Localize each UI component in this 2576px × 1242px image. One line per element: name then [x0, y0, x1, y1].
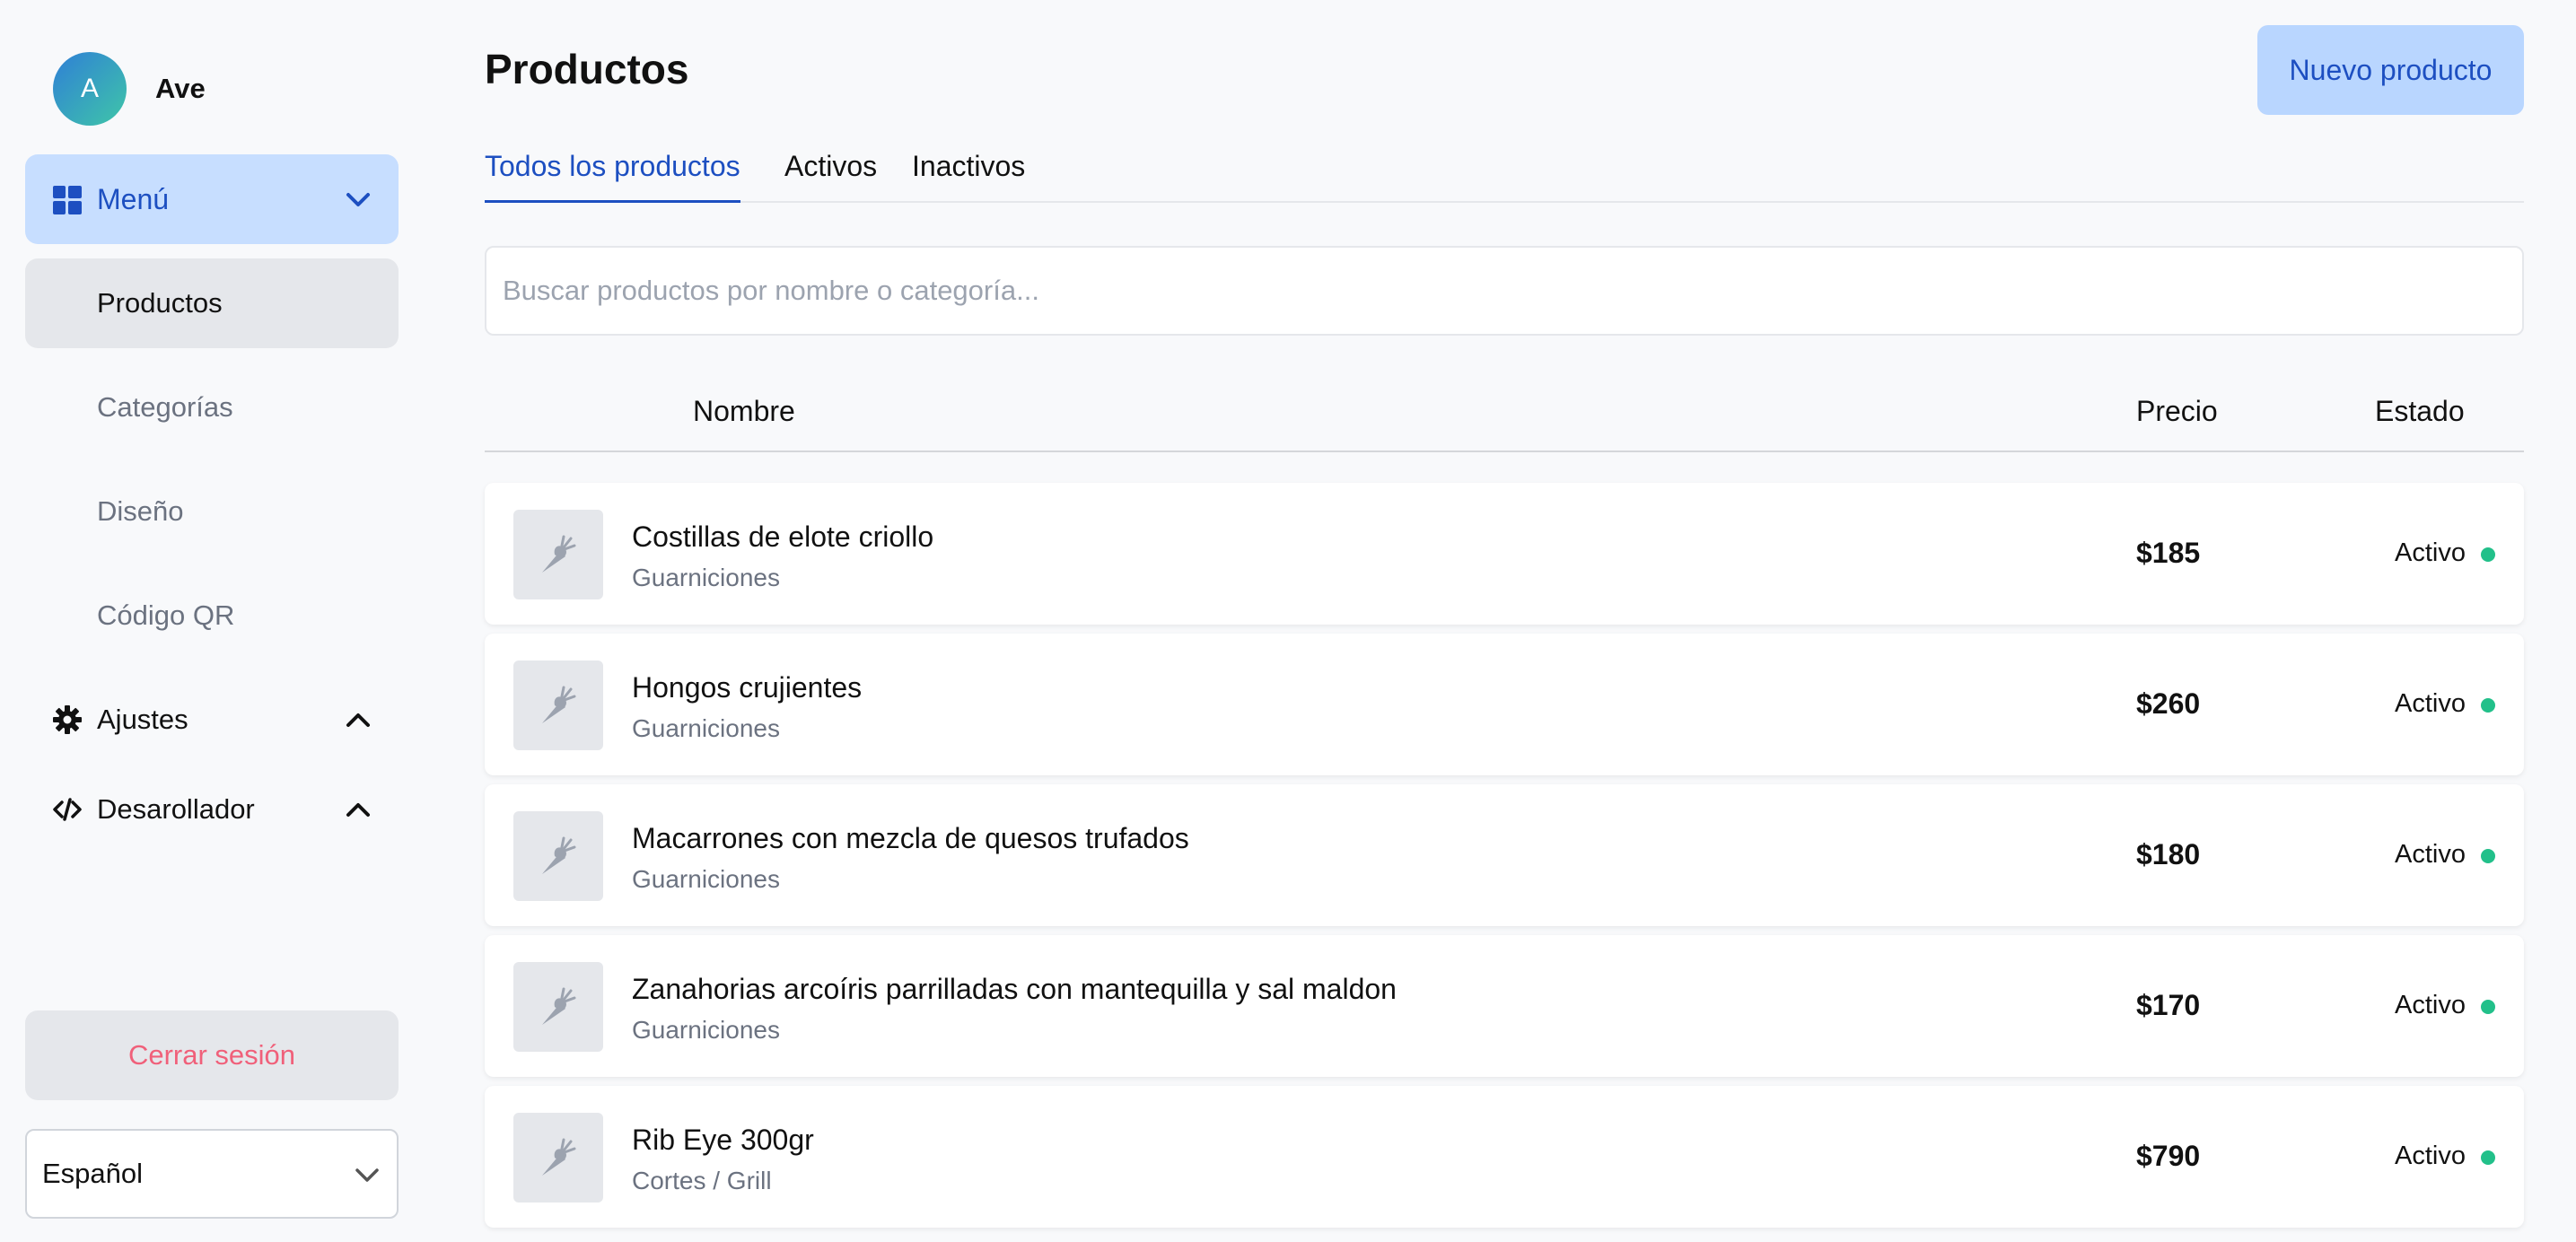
product-thumbnail [513, 962, 603, 1052]
code-icon [53, 798, 82, 821]
chevron-down-icon [346, 193, 370, 206]
status-dot [2481, 849, 2495, 863]
table-row[interactable]: Costillas de elote criollo Guarniciones $1… [485, 483, 2524, 625]
table-row[interactable]: Macarrones con mezcla de quesos trufados… [485, 784, 2524, 926]
column-header-status[interactable]: Estado [2375, 395, 2465, 428]
product-name: Zanahorias arcoíris parrilladas con mant… [632, 973, 1397, 1005]
sidebar-item-ajustes[interactable]: Ajustes [25, 684, 399, 756]
status-dot [2481, 547, 2495, 562]
user-profile[interactable]: A Ave [53, 52, 206, 126]
product-name: Macarrones con mezcla de quesos trufados [632, 822, 1189, 854]
sidebar-item-label: Diseño [97, 495, 184, 527]
chevron-up-icon [346, 713, 370, 727]
chevron-down-icon [355, 1168, 379, 1182]
product-price: $260 [2136, 687, 2201, 720]
avatar: A [53, 52, 127, 126]
sidebar-item-label: Categorías [97, 391, 233, 423]
tab-all-products[interactable]: Todos los productos [485, 145, 740, 203]
new-product-button[interactable]: Nuevo producto [2257, 25, 2524, 115]
tab-bar: Todos los productos Activos Inactivos [485, 145, 2524, 203]
product-name: Hongos crujientes [632, 671, 863, 704]
sidebar-item-desarollador[interactable]: Desarollador [25, 774, 399, 845]
product-name: Costillas de elote criollo [632, 520, 934, 553]
sidebar-item-codigo-qr[interactable]: Código QR [25, 571, 399, 660]
sidebar-item-label: Código QR [97, 599, 235, 631]
table-row[interactable]: Rib Eye 300gr Cortes / Grill $790 Activo [485, 1086, 2524, 1228]
sidebar-item-label: Desarollador [97, 793, 255, 825]
carrot-icon [542, 836, 576, 874]
product-thumbnail [513, 811, 603, 901]
gear-icon [53, 705, 82, 734]
status-badge: Activo [2395, 689, 2466, 718]
status-dot [2481, 1000, 2495, 1014]
language-select[interactable]: Español [25, 1129, 399, 1219]
product-category: Guarniciones [632, 865, 780, 893]
column-header-name[interactable]: Nombre [693, 395, 795, 428]
status-dot [2481, 1150, 2495, 1165]
page-title: Productos [485, 46, 689, 92]
grid-icon [53, 186, 82, 214]
user-name: Ave [155, 73, 206, 104]
logout-button[interactable]: Cerrar sesión [25, 1010, 399, 1100]
language-value: Español [42, 1158, 144, 1189]
product-thumbnail [513, 660, 603, 750]
sidebar-item-label: Menú [97, 182, 170, 215]
sidebar-item-diseno[interactable]: Diseño [25, 467, 399, 556]
status-badge: Activo [2395, 538, 2466, 567]
tab-inactive[interactable]: Inactivos [912, 145, 1025, 203]
search-input[interactable] [485, 246, 2524, 336]
carrot-icon [542, 686, 576, 723]
table-row[interactable]: Zanahorias arcoíris parrilladas con mant… [485, 935, 2524, 1077]
product-category: Guarniciones [632, 1016, 780, 1044]
column-header-price[interactable]: Precio [2136, 395, 2218, 428]
sidebar-item-productos[interactable]: Productos [25, 258, 399, 348]
product-category: Cortes / Grill [632, 1167, 772, 1194]
status-dot [2481, 698, 2495, 713]
sidebar-item-label: Productos [97, 287, 223, 319]
carrot-icon [542, 1138, 576, 1176]
product-category: Guarniciones [632, 564, 780, 591]
product-thumbnail [513, 510, 603, 599]
app: A Ave Menú Productos Categorías Diseño C… [0, 0, 2576, 1242]
carrot-icon [542, 987, 576, 1025]
sidebar-item-menu[interactable]: Menú [25, 154, 399, 244]
status-badge: Activo [2395, 840, 2466, 869]
product-name: Rib Eye 300gr [632, 1124, 814, 1156]
tab-active[interactable]: Activos [784, 145, 877, 203]
product-category: Guarniciones [632, 714, 780, 742]
table-header: Nombre Precio Estado [485, 386, 2524, 452]
main-content: Productos Nuevo producto Todos los produ… [485, 0, 2524, 1242]
status-badge: Activo [2395, 1141, 2466, 1170]
chevron-up-icon [346, 803, 370, 817]
product-price: $170 [2136, 989, 2201, 1021]
product-price: $180 [2136, 838, 2201, 870]
sidebar-item-categorias[interactable]: Categorías [25, 363, 399, 452]
product-thumbnail [513, 1113, 603, 1203]
sidebar: A Ave Menú Productos Categorías Diseño C… [0, 0, 422, 1242]
product-price: $790 [2136, 1140, 2201, 1172]
table-row[interactable]: Hongos crujientes Guarniciones $260 Activo [485, 634, 2524, 775]
status-badge: Activo [2395, 991, 2466, 1019]
sidebar-item-label: Ajustes [97, 704, 188, 735]
product-price: $185 [2136, 537, 2201, 569]
carrot-icon [542, 535, 576, 573]
